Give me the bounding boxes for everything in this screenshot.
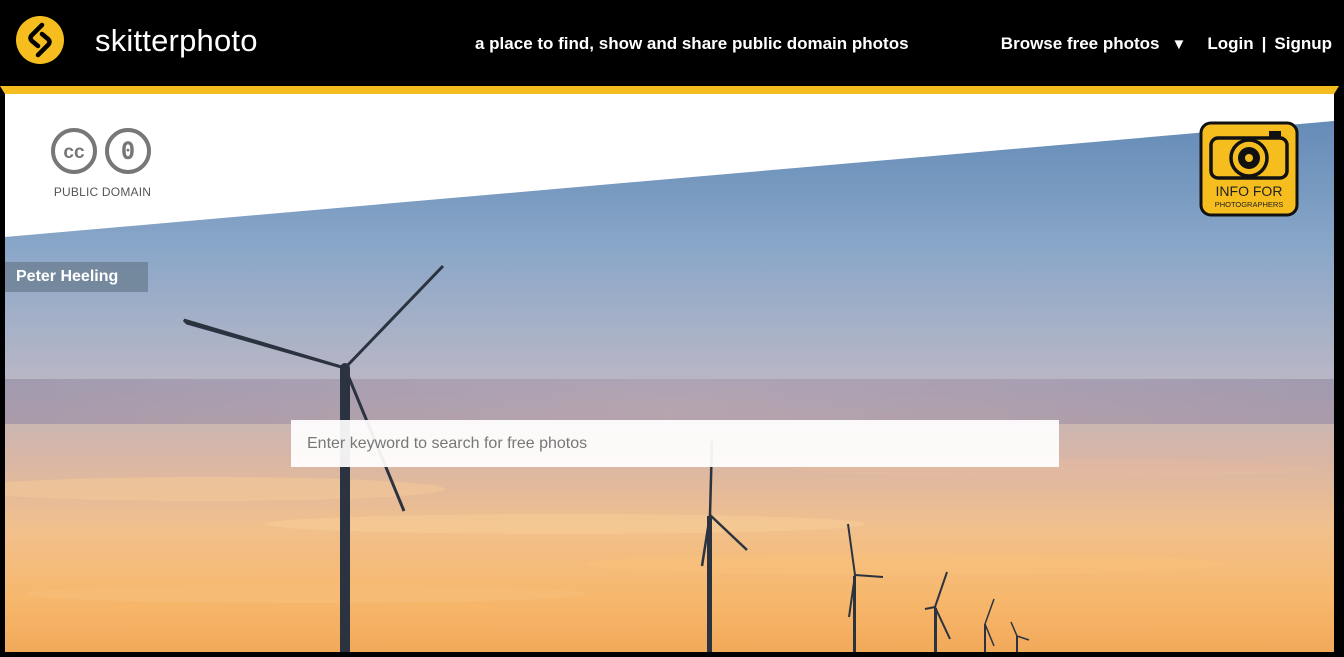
info-for-photographers-button[interactable]: INFO FOR PHOTOGRAPHERS (1199, 121, 1299, 217)
info-label-line2: PHOTOGRAPHERS (1215, 200, 1284, 209)
brand-name[interactable]: skitterphoto (95, 23, 258, 59)
login-link[interactable]: Login (1207, 34, 1253, 54)
signup-link[interactable]: Signup (1274, 34, 1332, 54)
browse-free-photos-link[interactable]: Browse free photos (1001, 34, 1160, 54)
cc-text: cc (63, 142, 85, 163)
search-input[interactable] (291, 420, 1059, 467)
site-tagline: a place to find, show and share public d… (475, 34, 909, 53)
zero-text: 0 (121, 137, 135, 165)
info-label-line1: INFO FOR (1216, 183, 1283, 199)
hero-photo-wind-turbines (5, 94, 1334, 652)
hero-frame: cc 0 PUBLIC DOMAIN INFO FOR PHOTOGRAPHER… (0, 86, 1339, 652)
creative-commons-icon: cc (51, 128, 97, 174)
public-domain-badge[interactable]: cc 0 PUBLIC DOMAIN (50, 127, 155, 199)
bottom-border (0, 652, 1344, 657)
photo-author-tag[interactable]: Peter Heeling (5, 262, 148, 292)
nav-separator: | (1261, 34, 1267, 53)
skitterphoto-logo-icon[interactable] (16, 16, 64, 64)
caret-down-icon[interactable]: ▼ (1172, 36, 1187, 53)
top-navigation-bar: skitterphoto a place to find, show and s… (0, 0, 1344, 86)
main-nav: Browse free photos ▼ Login | Signup (1001, 34, 1332, 54)
cc-zero-icon: 0 (105, 128, 151, 174)
public-domain-label: PUBLIC DOMAIN (53, 185, 152, 199)
